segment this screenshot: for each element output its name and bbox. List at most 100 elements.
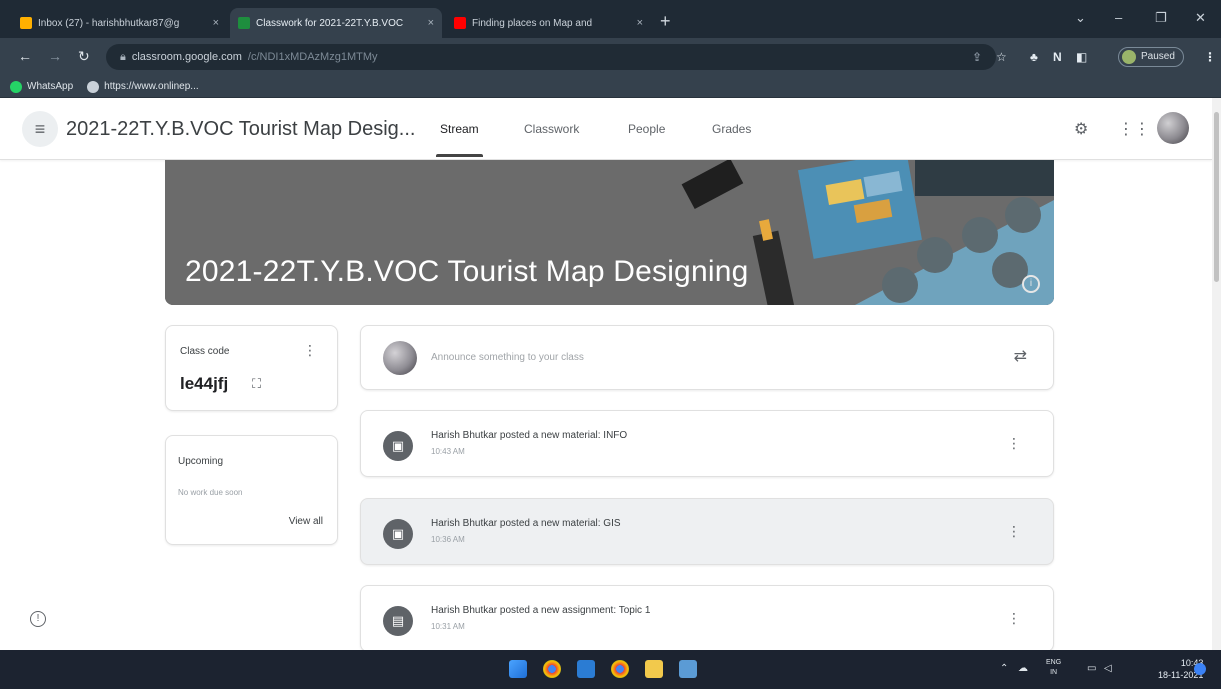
wifi-icon[interactable]: ▭ <box>1087 663 1096 674</box>
view-all-link[interactable]: View all <box>289 516 323 527</box>
stream-post[interactable]: ▤ Harish Bhutkar posted a new assignment… <box>360 585 1054 652</box>
tab-grades[interactable]: Grades <box>712 122 751 136</box>
upcoming-label: Upcoming <box>178 456 224 467</box>
hamburger-menu-icon[interactable]: ≡ <box>22 111 58 147</box>
more-vert-icon[interactable]: ⋮ <box>303 342 317 359</box>
user-avatar <box>383 341 417 375</box>
maximize-button[interactable]: ❐ <box>1155 10 1167 26</box>
language-indicator[interactable]: ENG IN <box>1046 658 1061 678</box>
windows-start-icon[interactable] <box>509 660 527 678</box>
file-explorer-icon[interactable] <box>645 660 663 678</box>
new-tab-button[interactable]: + <box>660 12 671 30</box>
url-bar[interactable]: 🔒︎ classroom.google.com /c/NDI1xMDAzMzg1… <box>106 44 996 70</box>
browser-tab-youtube[interactable]: Finding places on Map and × <box>446 8 651 38</box>
bookmark-star-icon[interactable]: ☆ <box>996 50 1007 64</box>
tray-overflow-icon[interactable]: ⌃ <box>1000 663 1008 674</box>
chrome-profile-icon[interactable] <box>611 660 629 678</box>
address-toolbar: ← → ↻ 🔒︎ classroom.google.com /c/NDI1xMD… <box>0 38 1221 76</box>
help-icon[interactable]: ! <box>30 611 46 627</box>
back-arrow-icon[interactable]: ← <box>18 49 32 63</box>
language-top: ENG <box>1046 659 1062 666</box>
word-icon[interactable] <box>577 660 595 678</box>
class-code-label: Class code <box>180 346 230 357</box>
account-avatar[interactable] <box>1157 112 1189 144</box>
fullscreen-icon[interactable]: ⛶ <box>252 376 261 392</box>
tab-people[interactable]: People <box>628 122 665 136</box>
reload-icon[interactable]: ↻ <box>78 49 90 63</box>
bookmark-label: https://www.onlinep... <box>104 81 199 92</box>
windows-taskbar: ⌃ ☁ ENG IN ▭ ◁ 10:43 18-11-2021 <box>0 650 1221 689</box>
more-vert-icon[interactable]: ⋮ <box>1007 435 1021 452</box>
scrollbar-thumb[interactable] <box>1214 112 1219 282</box>
bookmark-onlinep[interactable]: https://www.onlinep... <box>87 80 199 93</box>
close-window-button[interactable]: ✕ <box>1195 10 1206 26</box>
minimize-button[interactable]: – <box>1115 10 1122 25</box>
browser-tab-classroom[interactable]: Classwork for 2021-22T.Y.B.VOC × <box>230 8 442 38</box>
assignment-icon: ▤ <box>383 606 413 636</box>
post-time: 10:43 AM <box>431 447 465 456</box>
whatsapp-icon <box>10 80 22 93</box>
page-scrollbar[interactable] <box>1212 98 1221 650</box>
announce-placeholder[interactable]: Announce something to your class <box>431 352 584 363</box>
bookmark-whatsapp[interactable]: WhatsApp <box>10 80 74 93</box>
bookmark-label: WhatsApp <box>27 81 74 92</box>
more-vert-icon[interactable]: ⋮ <box>1007 523 1021 540</box>
forward-arrow-icon[interactable]: → <box>48 49 62 63</box>
banner-title: 2021-22T.Y.B.VOC Tourist Map Designing <box>185 255 749 288</box>
close-tab-icon[interactable]: × <box>428 17 434 29</box>
classroom-icon <box>238 17 250 29</box>
browser-tab-gmail[interactable]: Inbox (27) - harishbhutkar87@g × <box>12 8 227 38</box>
class-code-card: Class code ⋮ le44jfj ⛶ <box>165 325 338 411</box>
tab-search-icon[interactable]: ⌄ <box>1075 10 1086 26</box>
onedrive-icon[interactable]: ☁ <box>1018 663 1028 674</box>
stream-post[interactable]: ▣ Harish Bhutkar posted a new material: … <box>360 410 1054 477</box>
stream-post[interactable]: ▣ Harish Bhutkar posted a new material: … <box>360 498 1054 565</box>
tab-title: Classwork for 2021-22T.Y.B.VOC <box>256 17 404 29</box>
apps-grid-icon[interactable]: ⋮⋮ <box>1118 119 1150 139</box>
close-tab-icon[interactable]: × <box>637 17 643 29</box>
post-time: 10:31 AM <box>431 622 465 631</box>
class-code-value: le44jfj <box>180 374 229 393</box>
volume-icon[interactable]: ◁ <box>1104 663 1112 674</box>
extensions-puzzle-icon[interactable]: ◧ <box>1076 50 1087 64</box>
upcoming-subtitle: No work due soon <box>178 488 243 497</box>
gmail-icon <box>20 17 32 29</box>
post-title: Harish Bhutkar posted a new material: IN… <box>431 430 628 441</box>
extension-icon[interactable]: ♣ <box>1030 50 1038 64</box>
announce-box[interactable]: Announce something to your class ⇄ <box>360 325 1054 390</box>
classroom-header: ≡ 2021-22T.Y.B.VOC Tourist Map Desig... … <box>0 98 1212 160</box>
post-title: Harish Bhutkar posted a new material: GI… <box>431 518 621 529</box>
youtube-icon <box>454 17 466 29</box>
material-icon: ▣ <box>383 431 413 461</box>
chrome-menu-icon[interactable]: ⋮ <box>1204 50 1216 64</box>
browser-tab-strip: Inbox (27) - harishbhutkar87@g × Classwo… <box>0 0 1221 38</box>
extension-icon[interactable]: N <box>1053 50 1062 64</box>
class-title[interactable]: 2021-22T.Y.B.VOC Tourist Map Desig... <box>66 118 415 141</box>
more-vert-icon[interactable]: ⋮ <box>1007 610 1021 627</box>
upcoming-card: Upcoming No work due soon View all <box>165 435 338 545</box>
post-time: 10:36 AM <box>431 535 465 544</box>
notification-icon[interactable] <box>1194 663 1206 675</box>
screen: Inbox (27) - harishbhutkar87@g × Classwo… <box>0 0 1221 689</box>
class-banner: 2021-22T.Y.B.VOC Tourist Map Designing i <box>165 160 1054 305</box>
info-icon[interactable]: i <box>1022 275 1040 293</box>
post-title: Harish Bhutkar posted a new assignment: … <box>431 605 651 616</box>
close-tab-icon[interactable]: × <box>213 17 219 29</box>
tab-title: Finding places on Map and <box>472 17 593 29</box>
tab-title: Inbox (27) - harishbhutkar87@g <box>38 17 180 29</box>
url-domain: classroom.google.com <box>131 51 242 63</box>
tab-stream[interactable]: Stream <box>436 122 483 157</box>
globe-icon <box>87 80 100 93</box>
settings-gear-icon[interactable]: ⚙ <box>1074 119 1088 139</box>
share-icon[interactable]: ⇪ <box>972 50 982 64</box>
notepad-icon[interactable] <box>679 660 697 678</box>
url-path: /c/NDI1xMDAzMzg1MTMy <box>247 51 378 63</box>
lock-icon: 🔒︎ <box>120 50 126 63</box>
repost-icon[interactable]: ⇄ <box>1014 346 1027 366</box>
bookmarks-bar: WhatsApp https://www.onlinep... <box>0 76 1221 98</box>
profile-button[interactable]: Paused <box>1118 47 1184 67</box>
language-bottom: IN <box>1050 669 1058 676</box>
tab-classwork[interactable]: Classwork <box>524 122 579 136</box>
material-icon: ▣ <box>383 519 413 549</box>
chrome-icon[interactable] <box>543 660 561 678</box>
